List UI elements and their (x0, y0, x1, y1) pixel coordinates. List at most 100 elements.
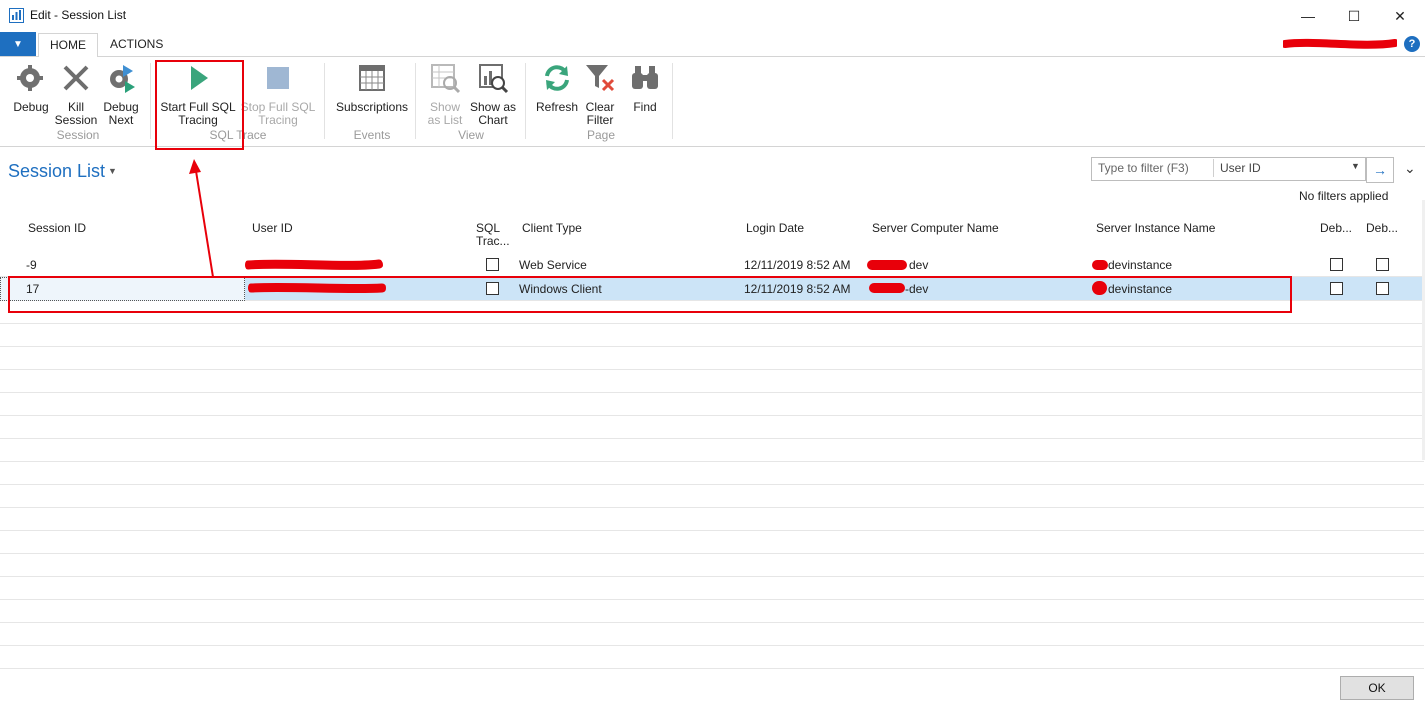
refresh-button[interactable]: Refresh (533, 60, 581, 114)
empty-row (0, 323, 1424, 347)
group-separator (672, 63, 673, 139)
empty-row (0, 415, 1424, 439)
empty-row (0, 576, 1424, 600)
calendar-icon (359, 65, 385, 91)
empty-row (0, 392, 1424, 416)
column-header-client-type[interactable]: Client Type (522, 222, 582, 235)
filter-input[interactable]: Type to filter (F3) (1098, 161, 1189, 175)
refresh-label: Refresh (535, 100, 579, 114)
subscriptions-label: Subscriptions (335, 100, 409, 114)
filter-divider (1213, 159, 1214, 177)
debug-checkbox[interactable] (1376, 282, 1389, 295)
column-header-server-computer-name[interactable]: Server Computer Name (872, 222, 999, 235)
empty-row (0, 530, 1424, 554)
server-instance-redacted (1092, 260, 1108, 270)
debug-next-label-2: Next (108, 113, 134, 127)
empty-row (0, 645, 1424, 669)
find-label: Find (633, 100, 657, 114)
refresh-icon (545, 65, 569, 91)
stop-icon (267, 67, 289, 89)
highlight-box-selected-row (8, 276, 1292, 313)
cell-client-type: Web Service (519, 258, 587, 272)
stop-full-sql-tracing-button[interactable]: Stop Full SQL Tracing (238, 60, 318, 127)
find-button[interactable]: Find (625, 60, 665, 114)
cell-login-date: 12/11/2019 8:52 AM (744, 258, 851, 272)
debug-next-button[interactable]: Debug Next (98, 60, 144, 127)
list-view-icon (431, 64, 461, 94)
stop-trace-label-2: Tracing (258, 113, 298, 127)
debug-checkbox[interactable] (1330, 258, 1343, 271)
empty-row (0, 599, 1424, 623)
group-separator (415, 63, 416, 139)
sql-trace-checkbox[interactable] (486, 258, 499, 271)
cell-server-instance-name: devinstance (1108, 258, 1173, 272)
empty-row (0, 346, 1424, 370)
close-icon (63, 65, 89, 91)
empty-row (0, 484, 1424, 508)
show-as-list-label-2: as List (427, 113, 463, 127)
show-as-chart-label-2: Chart (478, 113, 508, 127)
ok-button[interactable]: OK (1340, 676, 1414, 700)
minimize-button[interactable]: — (1285, 0, 1331, 32)
debug-button[interactable]: Debug (8, 60, 54, 114)
debug-checkbox[interactable] (1376, 258, 1389, 271)
column-header-login-date[interactable]: Login Date (746, 222, 804, 235)
clear-filter-icon (586, 65, 615, 92)
chevron-down-icon[interactable]: ⌄ (1404, 160, 1416, 177)
window-title: Edit - Session List (30, 8, 127, 22)
group-separator (324, 63, 325, 139)
chevron-down-icon[interactable]: ▼ (108, 166, 117, 176)
group-events-label: Events (353, 128, 391, 142)
highlight-box-start-tracing (155, 60, 244, 150)
gear-next-icon (110, 65, 135, 93)
column-header-sql-trace-line2: Trac... (476, 234, 510, 248)
column-header-debug-2[interactable]: Deb... (1366, 222, 1398, 235)
maximize-button[interactable]: ☐ (1331, 0, 1377, 32)
annotation-arrow (189, 159, 214, 278)
debug-label-1: Debug (13, 100, 49, 114)
group-separator (525, 63, 526, 139)
cell-server-computer-name: dev (909, 258, 929, 272)
kill-session-label-2: Session (54, 113, 98, 127)
user-id-redacted (245, 259, 383, 270)
empty-row (0, 369, 1424, 393)
clear-filter-button[interactable]: Clear Filter (580, 60, 620, 127)
arrow-right-icon[interactable]: → (1366, 157, 1394, 183)
close-button[interactable]: ✕ (1377, 0, 1423, 32)
column-header-server-instance-name[interactable]: Server Instance Name (1096, 222, 1215, 235)
gear-icon (17, 65, 43, 91)
show-as-list-button[interactable]: Show as List (423, 60, 467, 127)
title-bar: Edit - Session List — ☐ ✕ (0, 0, 1425, 32)
filter-status: No filters applied (1299, 189, 1389, 203)
column-header-debug-1[interactable]: Deb... (1320, 222, 1352, 235)
binoculars-icon (632, 66, 658, 89)
tab-actions[interactable]: ACTIONS (99, 33, 174, 56)
group-separator (150, 63, 151, 139)
group-page-label: Page (586, 128, 616, 142)
empty-row (0, 507, 1424, 531)
chevron-down-icon[interactable]: ▼ (1351, 161, 1360, 171)
page-title: Session List (8, 161, 106, 181)
ribbon-tab-strip (0, 32, 1425, 57)
kill-session-button[interactable]: Kill Session (53, 60, 99, 127)
chevron-down-icon: ▼ (13, 38, 23, 50)
column-header-user-id[interactable]: User ID (252, 222, 293, 235)
clear-filter-label-2: Filter (586, 113, 614, 127)
empty-row (0, 461, 1424, 485)
help-icon[interactable]: ? (1404, 36, 1420, 52)
group-view-label: View (458, 128, 484, 142)
cell-session-id: -9 (26, 258, 37, 272)
group-session-label: Session (56, 128, 100, 142)
show-as-chart-button[interactable]: Show as Chart (467, 60, 519, 127)
column-header-session-id[interactable]: Session ID (28, 222, 86, 235)
debug-checkbox[interactable] (1330, 282, 1343, 295)
filter-field-select[interactable]: User ID (1220, 161, 1261, 175)
user-name-redacted (1283, 38, 1397, 49)
app-menu-button[interactable]: ▼ (0, 32, 36, 56)
column-header-sql-trace[interactable]: SQL Trac... (476, 222, 510, 248)
subscriptions-button[interactable]: Subscriptions (332, 60, 412, 114)
tab-home[interactable]: HOME (38, 33, 98, 58)
app-icon (9, 8, 24, 23)
empty-row (0, 553, 1424, 577)
server-computer-redacted (867, 260, 907, 270)
